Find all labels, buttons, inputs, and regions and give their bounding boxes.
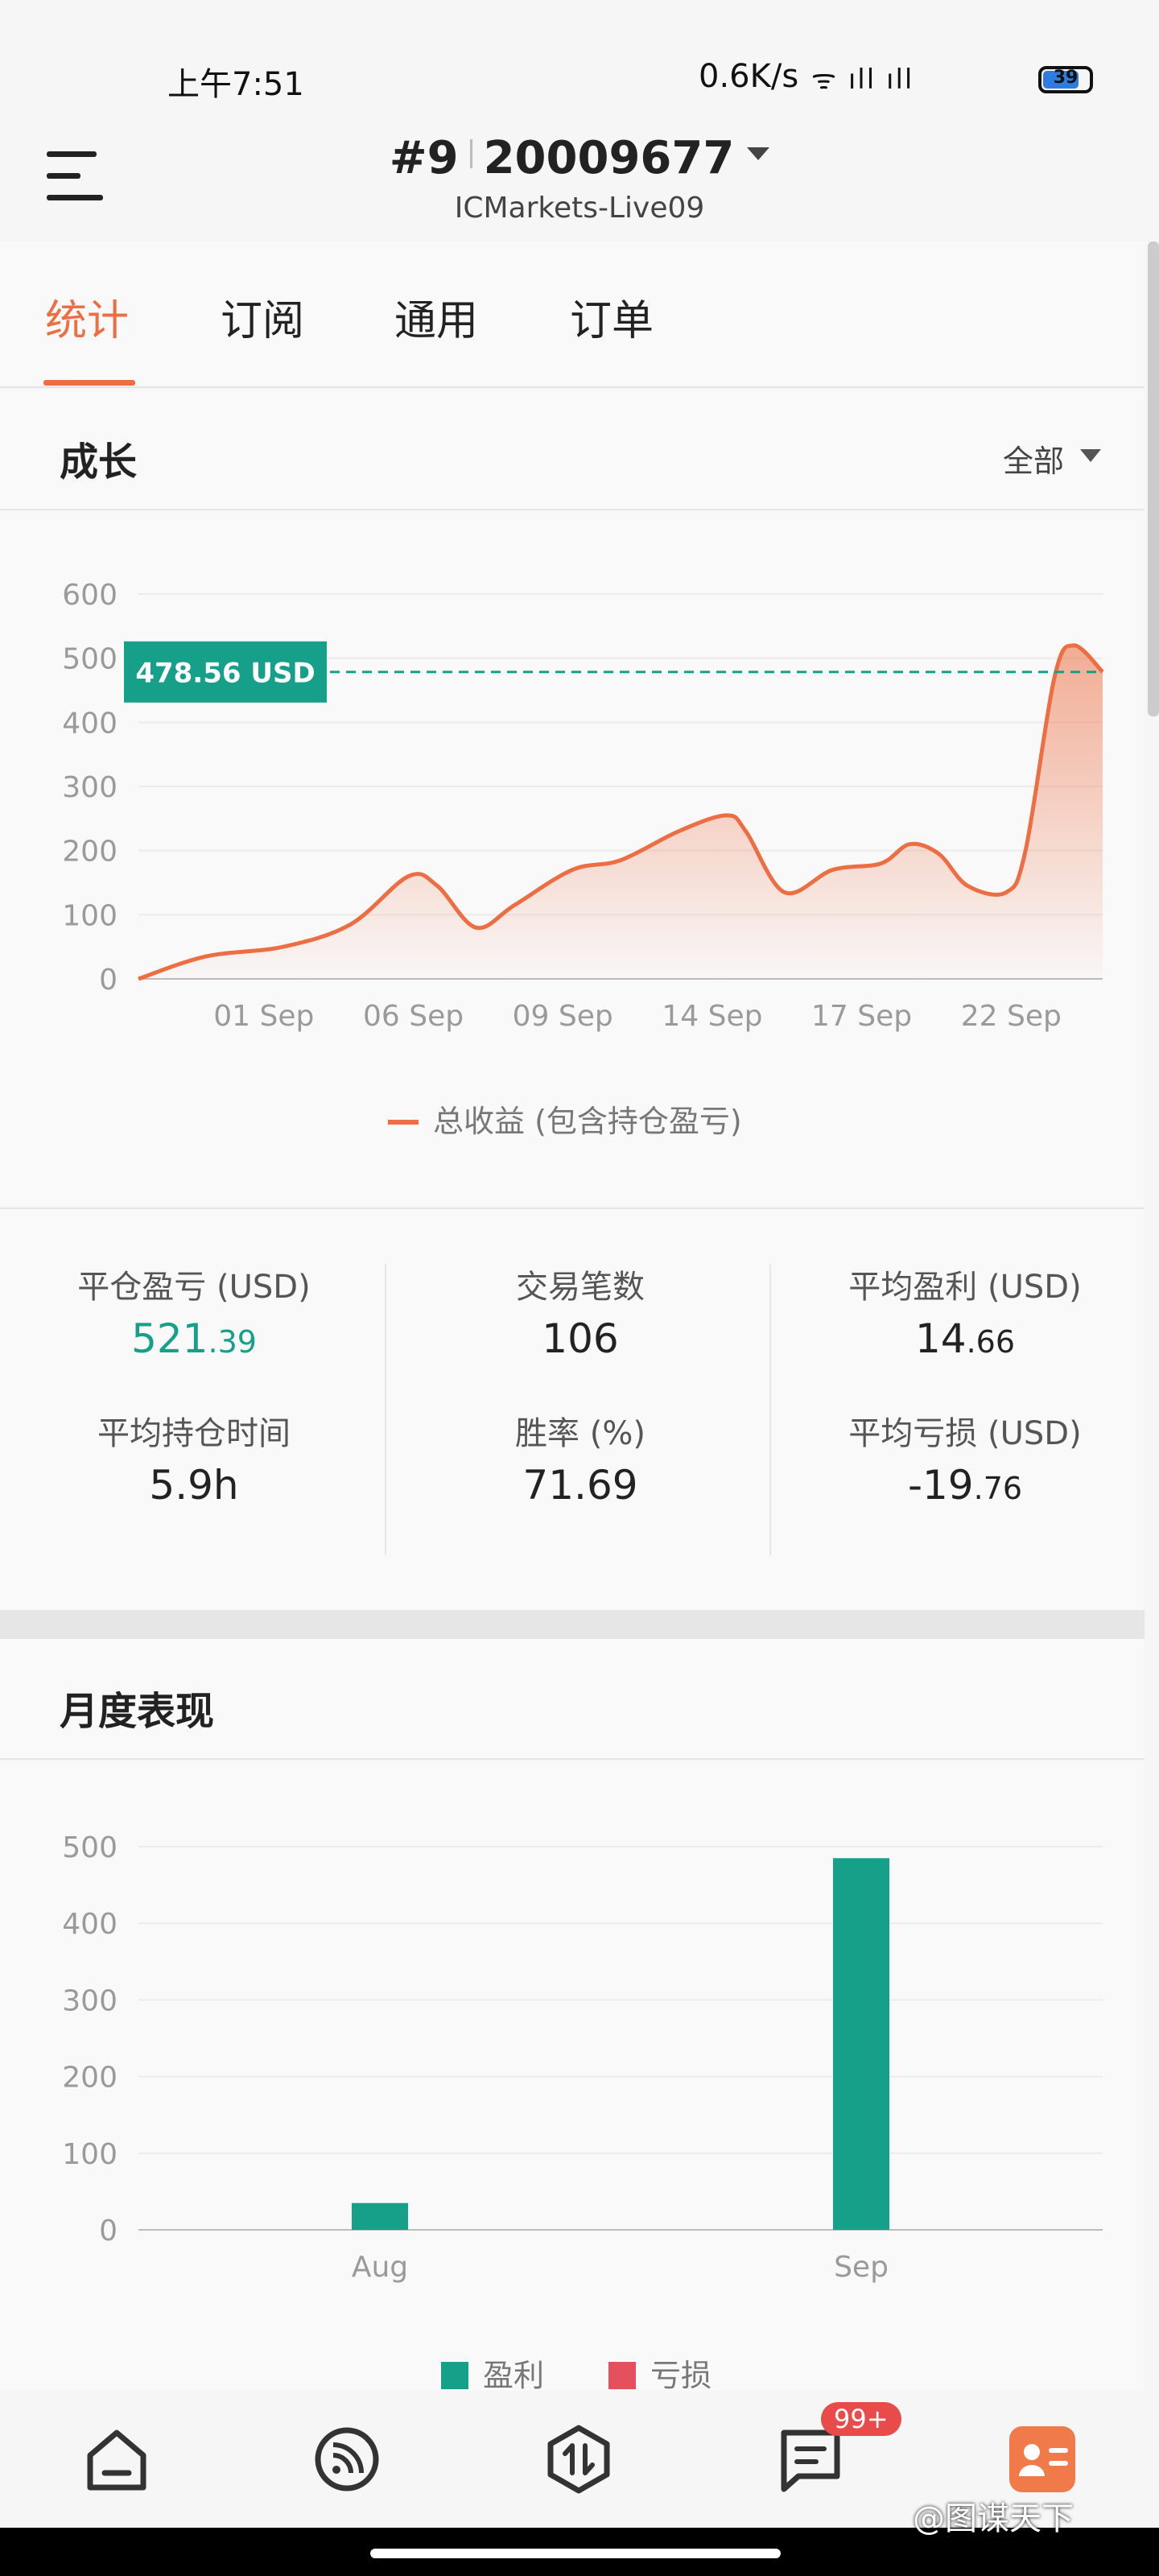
y-tick-label: 200 bbox=[62, 836, 118, 869]
tab-subscriptions[interactable]: 订阅 bbox=[221, 287, 304, 347]
account-index: #9 bbox=[389, 132, 459, 184]
current-value-label: 478.56 USD bbox=[135, 658, 315, 690]
stat-label: 平均盈利 (USD) bbox=[848, 1269, 1082, 1306]
stat-avg-profit: 平均盈利 (USD) 14.66 bbox=[774, 1261, 1156, 1362]
stat-label: 胜率 (%) bbox=[515, 1415, 645, 1452]
y-tick-label: 600 bbox=[62, 579, 118, 612]
tab-bar: 统计 订阅 通用 订单 bbox=[0, 242, 1145, 388]
x-tick-label: 01 Sep bbox=[213, 1000, 314, 1033]
tab-orders[interactable]: 订单 bbox=[570, 287, 654, 347]
stat-closed-pnl: 平仓盈亏 (USD) 521.39 bbox=[3, 1261, 385, 1362]
account-selector[interactable]: #9 20009677 bbox=[0, 132, 1159, 184]
y-tick-label: 200 bbox=[62, 2062, 118, 2095]
account-number: 20009677 bbox=[483, 132, 735, 184]
y-tick-label: 100 bbox=[62, 2138, 118, 2171]
account-icon[interactable] bbox=[1006, 2423, 1079, 2496]
x-tick-label: Aug bbox=[352, 2251, 408, 2284]
y-tick-label: 0 bbox=[99, 964, 118, 997]
stat-value: 521.39 bbox=[131, 1315, 257, 1362]
battery-level: 39 bbox=[1053, 68, 1079, 88]
growth-section-header: 成长 全部 bbox=[0, 390, 1145, 510]
stat-avg-hold-time: 平均持仓时间 5.9h bbox=[3, 1407, 385, 1509]
home-icon[interactable] bbox=[80, 2423, 153, 2496]
stat-avg-loss: 平均亏损 (USD) -19.76 bbox=[774, 1407, 1156, 1509]
y-tick-label: 0 bbox=[99, 2215, 118, 2248]
growth-chart-card: 0 100 200 300 400 500 600 01 Sep 06 Sep 09 Sep 14 … bbox=[0, 512, 1145, 1206]
legend-label: 总收益 (包含持仓盈亏) bbox=[433, 1104, 742, 1139]
battery-icon: 39 bbox=[1038, 66, 1093, 93]
status-time: 上午7:51 bbox=[167, 66, 304, 103]
caret-down-icon[interactable] bbox=[1080, 449, 1101, 462]
legend-swatch-profit bbox=[441, 2362, 468, 2389]
legend-swatch-loss bbox=[608, 2362, 636, 2389]
profit-bar bbox=[352, 2202, 408, 2230]
profit-bar bbox=[833, 1858, 889, 2230]
caret-down-icon bbox=[747, 147, 770, 160]
signal-icons: ᯤ ıll ıll bbox=[811, 64, 914, 96]
home-indicator[interactable] bbox=[370, 2549, 781, 2558]
y-tick-label: 300 bbox=[62, 1984, 118, 2017]
y-tick-label: 500 bbox=[62, 643, 118, 676]
server-name: ICMarkets-Live09 bbox=[454, 192, 705, 225]
monthly-chart: 0 100 200 300 400 500 Aug Sep 盈利 亏损 bbox=[62, 1831, 1103, 2393]
x-tick-label: Sep bbox=[834, 2251, 889, 2284]
section-divider bbox=[0, 1610, 1145, 1639]
y-tick-label: 400 bbox=[62, 1908, 118, 1941]
stat-trade-count: 交易笔数 106 bbox=[390, 1261, 771, 1362]
trade-icon[interactable] bbox=[542, 2423, 615, 2496]
x-tick-label: 22 Sep bbox=[961, 1000, 1062, 1033]
x-tick-label: 17 Sep bbox=[811, 1000, 912, 1033]
tab-general[interactable]: 通用 bbox=[394, 287, 478, 347]
feed-icon[interactable] bbox=[311, 2423, 383, 2496]
stat-label: 交易笔数 bbox=[516, 1269, 645, 1306]
y-tick-label: 300 bbox=[62, 771, 118, 804]
app-header: #9 20009677 ICMarkets-Live09 bbox=[0, 121, 1159, 242]
period-filter[interactable]: 全部 bbox=[1003, 436, 1064, 481]
monthly-section-header: 月度表现 bbox=[0, 1639, 1145, 1760]
stat-value: 5.9h bbox=[149, 1462, 239, 1509]
legend-label-loss: 亏损 bbox=[650, 2358, 711, 2391]
stat-win-rate: 胜率 (%) 71.69 bbox=[390, 1407, 771, 1509]
stat-label: 平均亏损 (USD) bbox=[848, 1415, 1082, 1452]
status-bar: 上午7:51 0.6K/s ᯤ ıll ıll 39 bbox=[0, 0, 1159, 121]
stat-value: 14.66 bbox=[914, 1315, 1016, 1362]
stat-value: 71.69 bbox=[522, 1462, 638, 1509]
watermark: @图谋天下 bbox=[913, 2500, 1074, 2537]
monthly-title: 月度表现 bbox=[60, 1689, 215, 1734]
x-tick-label: 06 Sep bbox=[363, 1000, 464, 1033]
scrollbar[interactable] bbox=[1148, 242, 1159, 716]
growth-chart: 0 100 200 300 400 500 600 01 Sep 06 Sep 09 Sep 14 … bbox=[62, 579, 1104, 1139]
y-tick-label: 400 bbox=[62, 707, 118, 740]
stat-value: -19.76 bbox=[907, 1462, 1023, 1509]
legend-label-profit: 盈利 bbox=[483, 2358, 544, 2391]
y-tick-label: 100 bbox=[62, 899, 118, 932]
stat-label: 平仓盈亏 (USD) bbox=[77, 1269, 311, 1306]
unread-badge: 99+ bbox=[821, 2402, 901, 2436]
network-speed: 0.6K/s bbox=[699, 58, 799, 95]
x-tick-label: 14 Sep bbox=[662, 1000, 762, 1033]
stat-label: 平均持仓时间 bbox=[97, 1415, 291, 1452]
monthly-chart-card: 0 100 200 300 400 500 Aug Sep 盈利 亏损 bbox=[0, 1761, 1145, 2393]
active-tab-indicator bbox=[43, 380, 135, 386]
stat-value: 106 bbox=[542, 1315, 619, 1362]
growth-title: 成长 bbox=[60, 440, 138, 485]
y-tick-label: 500 bbox=[62, 1831, 118, 1864]
stats-panel: 平仓盈亏 (USD) 521.39 交易笔数 106 平均盈利 (USD) 14… bbox=[0, 1208, 1145, 1610]
tab-statistics[interactable]: 统计 bbox=[45, 287, 129, 347]
x-tick-label: 09 Sep bbox=[513, 1000, 613, 1033]
